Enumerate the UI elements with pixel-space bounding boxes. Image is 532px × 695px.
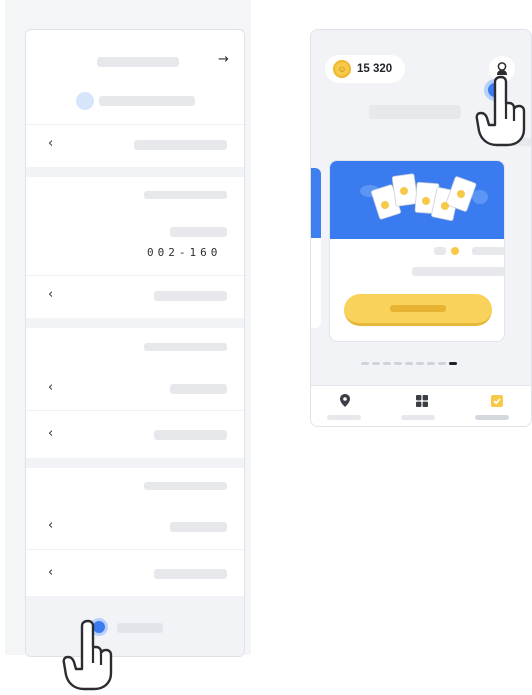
coin-balance[interactable]: ☺ 15 320 [325, 55, 405, 83]
small-coin-icon [451, 247, 459, 255]
divider [26, 275, 244, 276]
code-label-placeholder [170, 227, 227, 237]
settings-row-label [134, 140, 227, 150]
pagination-dot[interactable] [438, 362, 446, 365]
chevron-left-icon[interactable]: ‹ [48, 137, 53, 150]
settings-row-label [170, 522, 227, 532]
pagination-dot[interactable] [416, 362, 424, 365]
pointing-hand-icon [475, 75, 526, 147]
tab-tasks[interactable] [459, 386, 531, 426]
settings-row-label [154, 430, 227, 440]
pagination-dot[interactable] [383, 362, 391, 365]
settings-screen: → ‹ 002-160 ‹ ‹ ‹ ‹ ‹ [25, 29, 245, 657]
chevron-left-icon[interactable]: ‹ [48, 519, 53, 532]
pagination-dot[interactable] [361, 362, 369, 365]
section-separator [26, 318, 244, 328]
code-value: 002-160 [147, 246, 222, 259]
coin-icon: ☺ [333, 60, 351, 78]
pagination-dot[interactable] [405, 362, 413, 365]
footer-link-placeholder[interactable] [117, 623, 163, 633]
tab-bar [311, 385, 531, 426]
section-title-placeholder [144, 482, 227, 490]
clipboard-check-icon [491, 395, 503, 407]
coin-count: 15 320 [357, 63, 393, 75]
reward-placeholder [434, 247, 446, 255]
chevron-left-icon[interactable]: ‹ [48, 381, 53, 394]
section-title-placeholder [144, 191, 227, 199]
tab-games[interactable] [385, 386, 459, 426]
tab-label-placeholder [401, 415, 435, 420]
card-art [311, 168, 321, 238]
greeting-placeholder [369, 105, 461, 119]
map-pin-icon [340, 394, 350, 407]
pagination-dot[interactable] [394, 362, 402, 365]
game-card[interactable] [329, 160, 505, 342]
divider [26, 410, 244, 411]
pointing-hand-icon [62, 619, 113, 691]
tab-map[interactable] [311, 386, 385, 426]
settings-row-label [154, 291, 227, 301]
tab-label-placeholder [327, 415, 361, 420]
section-title-placeholder [144, 343, 227, 351]
card-art [330, 161, 504, 239]
section-separator [26, 167, 244, 177]
play-button-label-placeholder [390, 305, 446, 312]
pagination-dot[interactable] [427, 362, 435, 365]
settings-row-label [170, 384, 227, 394]
settings-row-label [154, 569, 227, 579]
previous-game-card[interactable] [311, 168, 321, 328]
header-title-placeholder [97, 57, 179, 67]
chevron-left-icon[interactable]: ‹ [48, 566, 53, 579]
chevron-left-icon[interactable]: ‹ [48, 427, 53, 440]
card-text-placeholder [412, 267, 504, 276]
profile-name-placeholder [99, 96, 195, 106]
chevron-left-icon[interactable]: ‹ [48, 288, 53, 301]
avatar [76, 92, 94, 110]
forward-arrow-icon[interactable]: → [218, 52, 229, 67]
playing-cards-illustration [360, 173, 488, 221]
pagination-dot[interactable] [372, 362, 380, 365]
divider [26, 124, 244, 125]
tab-label-placeholder [475, 415, 509, 420]
section-separator [26, 458, 244, 468]
pagination-dot-active[interactable] [449, 362, 457, 365]
reward-placeholder [472, 247, 504, 255]
divider [26, 549, 244, 550]
grid-icon [416, 395, 428, 407]
play-button[interactable] [344, 294, 492, 326]
